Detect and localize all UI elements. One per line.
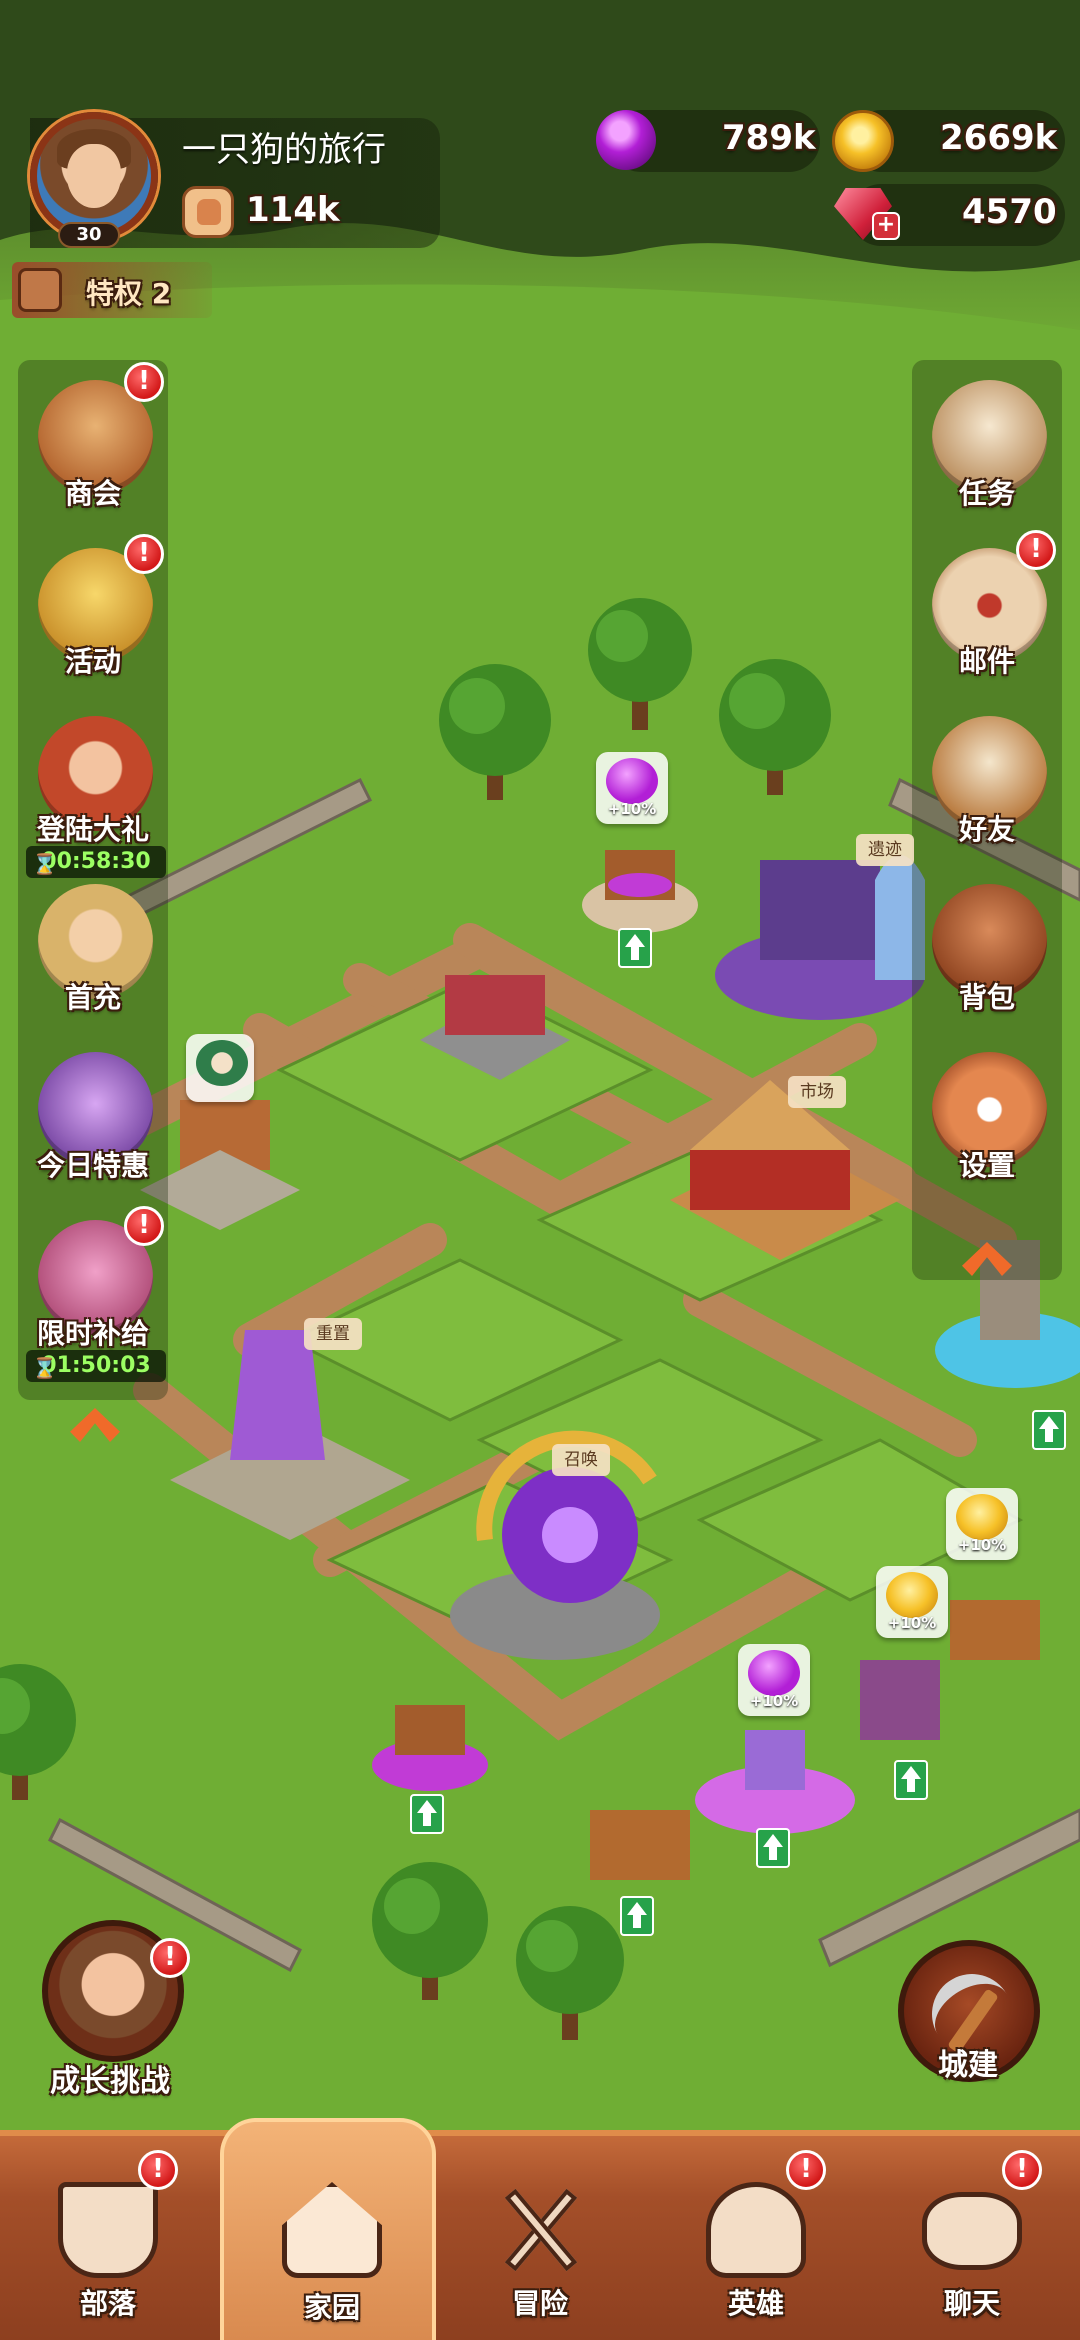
nav-tab-label: 聊天 [943,2287,1000,2320]
gold-coin-icon [832,110,894,172]
nav-tab-adventure[interactable]: 冒险 [432,2140,648,2340]
alert-badge: ! [124,1206,164,1246]
side-btn-friends[interactable]: 好友 [912,716,1062,881]
side-btn-label: 背包 [958,981,1015,1014]
nav-tab-label: 部落 [79,2287,136,2320]
upgrade-arrow-icon[interactable] [894,1760,928,1800]
upgrade-arrow-icon[interactable] [410,1794,444,1834]
side-btn-tasks[interactable]: 任务 [912,380,1062,545]
market-tag[interactable]: 市场 [788,1076,846,1108]
side-btn-label: 登陆大礼 [36,813,149,846]
nav-tab-label: 冒险 [511,2287,568,2320]
reset-tag[interactable]: 重置 [304,1318,362,1350]
fist-power-icon [182,186,234,238]
collapse-right-menu-arrow-icon[interactable] [954,1236,1020,1282]
side-btn-label: 任务 [958,477,1015,510]
side-btn-login-gift[interactable]: 登陆大礼 00:58:30 ⌛ [18,716,168,881]
elixir-collect-bubble[interactable]: +10% [738,1644,810,1716]
side-btn-label: 首充 [64,981,121,1014]
player-name: 一只狗的旅行 [182,130,386,170]
privilege-label: 特权 2 [86,277,172,310]
alert-badge: ! [1016,530,1056,570]
player-power-value: 114k [246,190,340,230]
alert-badge: ! [786,2150,826,2190]
side-btn-label: 好友 [958,813,1015,846]
side-btn-limited-supply[interactable]: 限时补给 ! 01:50:03 ⌛ [18,1206,168,1385]
elixir-collect-bubble[interactable]: +10% [596,752,668,824]
privilege-book-icon [18,268,62,312]
player-avatar[interactable] [30,112,158,240]
gold-coin-icon [956,1494,1008,1540]
gem-value: 4570 [962,192,1057,232]
alert-badge: ! [1002,2150,1042,2190]
side-btn-label: 设置 [958,1149,1015,1182]
side-btn-label: 今日特惠 [36,1149,149,1182]
nav-tab-label: 家园 [303,2291,360,2324]
alert-badge: ! [138,2150,178,2190]
side-btn-label: 活动 [64,645,121,678]
gold-collect-bubble[interactable]: +10% [876,1566,948,1638]
side-btn-events[interactable]: 活动 ! [18,534,168,713]
avatar-face [67,144,121,208]
crossed-swords-icon [490,2182,590,2278]
upgrade-arrow-icon[interactable] [1032,1410,1066,1450]
nav-tab-chat[interactable]: ! 聊天 [864,2140,1080,2340]
nav-tab-home[interactable]: 家园 [220,2118,436,2340]
elixir-drop-icon [606,758,658,804]
bonus-label: +10% [957,1536,1007,1554]
bonus-label: +10% [607,800,657,818]
home-icon [282,2182,382,2278]
add-gems-icon[interactable]: + [872,212,900,240]
upgrade-arrow-icon[interactable] [620,1896,654,1936]
nav-tab-label: 英雄 [727,2287,784,2320]
side-btn-first-recharge[interactable]: 首充 [18,884,168,1049]
nav-tab-heroes[interactable]: ! 英雄 [648,2140,864,2340]
side-btn-settings[interactable]: 设置 [912,1052,1062,1217]
elixir-drop-icon [596,110,656,170]
tavern-bubble[interactable] [186,1034,254,1102]
handshake-icon [196,1040,248,1086]
hourglass-icon: ⌛ [32,852,57,876]
summon-tag[interactable]: 召唤 [552,1444,610,1476]
collapse-left-menu-arrow-icon[interactable] [62,1402,128,1448]
side-btn-daily-deal[interactable]: 今日特惠 [18,1052,168,1217]
viking-helmet-icon [706,2182,806,2278]
gold-value: 2669k [940,118,1058,158]
upgrade-arrow-icon[interactable] [618,928,652,968]
chat-bubble-icon [922,2192,1022,2270]
tribe-banner-icon [58,2182,158,2278]
build-label: 城建 [938,2048,998,2083]
alert-badge: ! [150,1938,190,1978]
side-btn-backpack[interactable]: 背包 [912,884,1062,1049]
side-btn-label: 限时补给 [36,1317,149,1350]
alert-badge: ! [124,534,164,574]
side-btn-shop[interactable]: 商会 ! [18,362,168,545]
gold-collect-bubble[interactable]: +10% [946,1488,1018,1560]
side-btn-label: 邮件 [958,645,1015,678]
side-btn-label: 商会 [64,477,121,510]
elixir-value: 789k [722,118,816,158]
ruins-tag[interactable]: 遗迹 [856,834,914,866]
hourglass-icon: ⌛ [32,1356,57,1380]
alert-badge: ! [124,362,164,402]
player-level-badge: 30 [58,222,120,248]
growth-challenge-label: 成长挑战 [50,2064,170,2099]
bonus-label: +10% [887,1614,937,1632]
bonus-label: +10% [749,1692,799,1710]
upgrade-arrow-icon[interactable] [756,1828,790,1868]
side-btn-mail[interactable]: 邮件 ! [912,530,1062,713]
gold-coin-icon [886,1572,938,1618]
elixir-drop-icon [748,1650,800,1696]
nav-tab-tribe[interactable]: ! 部落 [0,2140,216,2340]
